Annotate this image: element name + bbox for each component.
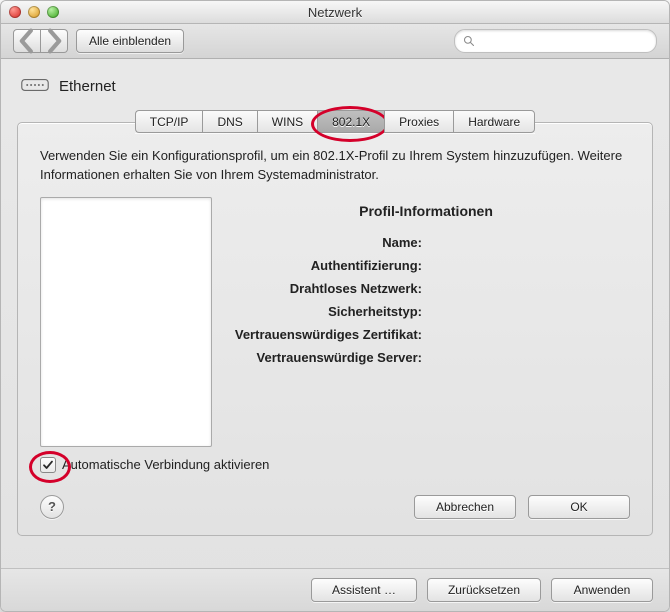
chevron-left-icon [14,28,40,54]
window-title: Netzwerk [1,5,669,20]
field-cert-value [422,327,630,342]
tab-wins[interactable]: WINS [257,110,317,133]
pane-body: Ethernet TCP/IP DNS WINS 802.1X Proxies … [1,59,669,568]
auto-connect-label: Automatische Verbindung aktivieren [62,457,269,472]
titlebar: Netzwerk [1,1,669,24]
auto-connect-checkbox[interactable] [40,457,56,473]
revert-button[interactable]: Zurücksetzen [427,578,541,602]
footer-bar: Assistent … Zurücksetzen Anwenden [1,568,669,611]
tab-tcpip[interactable]: TCP/IP [135,110,203,133]
cancel-button[interactable]: Abbrechen [414,495,516,519]
auto-connect-row: Automatische Verbindung aktivieren [40,457,630,473]
field-name-label: Name: [222,235,422,250]
show-all-button[interactable]: Alle einblenden [76,29,184,53]
nav-back-forward [13,29,68,53]
tab-proxies[interactable]: Proxies [384,110,453,133]
field-sectype-value [422,304,630,319]
ok-button[interactable]: OK [528,495,630,519]
field-auth-label: Authentifizierung: [222,258,422,273]
forward-button[interactable] [41,29,68,53]
assistant-button[interactable]: Assistent … [311,578,417,602]
instructions-text: Verwenden Sie ein Konfigurationsprofil, … [40,147,630,185]
field-servers-value [422,350,630,365]
chevron-right-icon [41,28,67,54]
field-sectype-label: Sicherheitstyp: [222,304,422,319]
tab-dns[interactable]: DNS [202,110,256,133]
back-button[interactable] [13,29,41,53]
field-wifi-label: Drahtloses Netzwerk: [222,281,422,296]
field-servers-label: Vertrauenswürdige Server: [222,350,422,365]
show-all-label: Alle einblenden [89,34,171,48]
tab-8021x[interactable]: 802.1X [317,110,384,133]
checkmark-icon [42,459,54,471]
toolbar: Alle einblenden [1,24,669,59]
search-icon [463,35,475,47]
profile-info-panel: Profil-Informationen Name: Authentifizie… [222,197,630,447]
search-field[interactable] [454,29,657,53]
settings-sheet: Verwenden Sie ein Konfigurationsprofil, … [17,122,653,536]
ethernet-icon [21,75,49,98]
field-auth-value [422,258,630,273]
tab-hardware[interactable]: Hardware [453,110,535,133]
field-cert-label: Vertrauenswürdiges Zertifikat: [222,327,422,342]
preferences-window: Netzwerk Alle einblenden [0,0,670,612]
profiles-listbox[interactable] [40,197,212,447]
field-name-value [422,235,630,250]
profile-info-title: Profil-Informationen [222,203,630,219]
tab-bar: TCP/IP DNS WINS 802.1X Proxies Hardware [17,110,653,133]
help-button[interactable]: ? [40,495,64,519]
field-wifi-value [422,281,630,296]
service-name: Ethernet [59,78,116,95]
apply-button[interactable]: Anwenden [551,578,653,602]
service-header: Ethernet [17,73,653,108]
